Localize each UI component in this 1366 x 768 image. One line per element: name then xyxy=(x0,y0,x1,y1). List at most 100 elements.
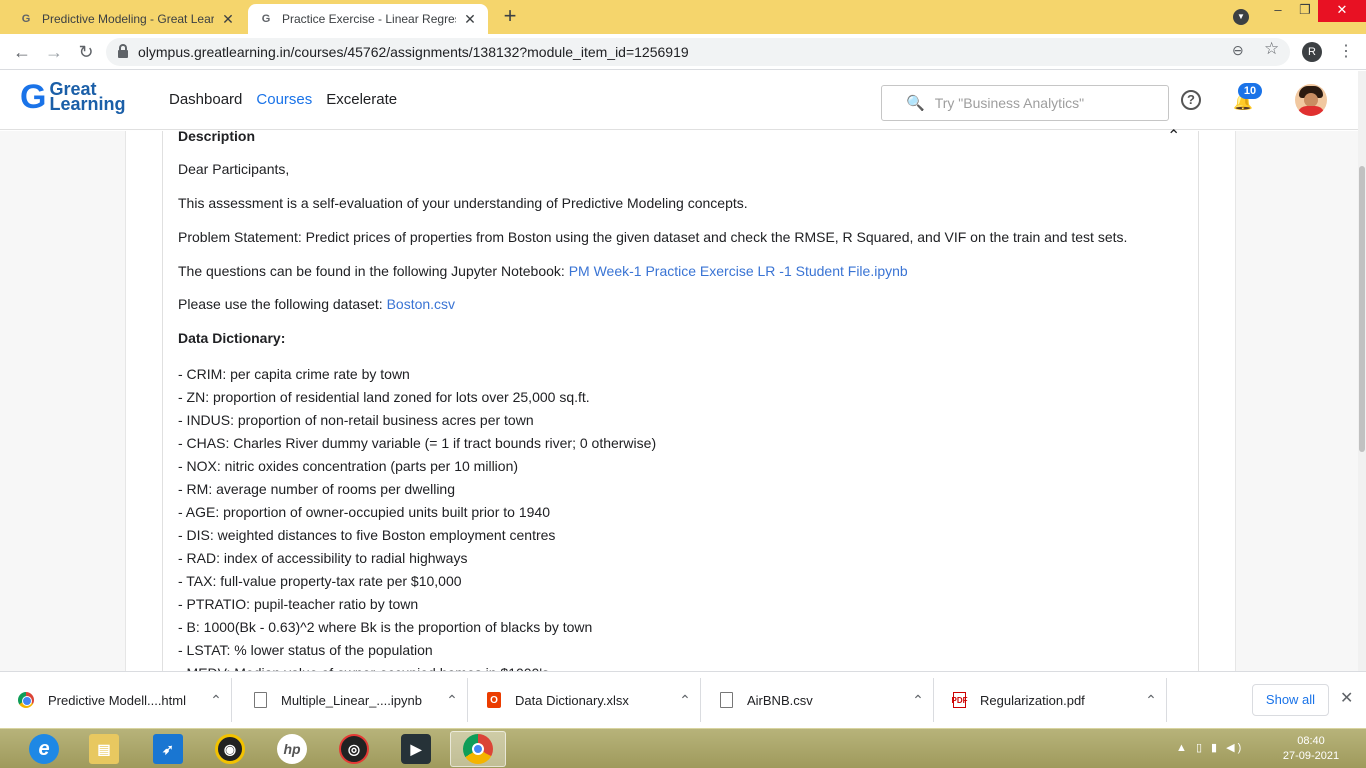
address-bar[interactable]: olympus.greatlearning.in/courses/45762/a… xyxy=(106,38,1290,66)
list-item: - AGE: proportion of owner-occupied unit… xyxy=(178,504,550,520)
folder-icon: ▤ xyxy=(89,734,119,764)
taskbar-app[interactable]: ➶ xyxy=(140,731,196,767)
nav-courses[interactable]: Courses xyxy=(256,91,312,108)
dataset-paragraph: Please use the following dataset: Boston… xyxy=(178,296,455,312)
site-search-box: 🔍 xyxy=(881,85,1169,121)
notebook-link[interactable]: PM Week-1 Practice Exercise LR -1 Studen… xyxy=(569,263,908,279)
list-item: - INDUS: proportion of non-retail busine… xyxy=(178,412,534,428)
avatar-shirt xyxy=(1297,106,1325,116)
taskbar-media-player[interactable]: ◉ xyxy=(202,731,258,767)
notebook-prefix: The questions can be found in the follow… xyxy=(178,263,569,279)
user-avatar[interactable] xyxy=(1295,84,1327,116)
notification-count-badge: 10 xyxy=(1238,83,1262,99)
list-item: - B: 1000(Bk - 0.63)^2 where Bk is the p… xyxy=(178,619,593,635)
problem-statement: Problem Statement: Predict prices of pro… xyxy=(178,229,1128,245)
downloads-bar: Predictive Modell....html ⌃ Multiple_Lin… xyxy=(0,671,1366,728)
system-tray-icons[interactable]: ▲ ▯ ▮ ◀) xyxy=(1176,741,1244,754)
chevron-up-icon[interactable]: ⌃ xyxy=(1167,126,1180,146)
close-tab-icon[interactable]: ✕ xyxy=(462,11,478,28)
taskbar-hp[interactable]: hp xyxy=(264,731,320,767)
list-item: - RAD: index of accessibility to radial … xyxy=(178,550,468,566)
url-text: olympus.greatlearning.in/courses/45762/a… xyxy=(138,44,689,60)
search-icon: 🔍 xyxy=(906,95,925,112)
taskbar-chrome[interactable] xyxy=(450,731,506,767)
download-name: Multiple_Linear_....ipynb xyxy=(281,692,422,708)
show-all-downloads-button[interactable]: Show all xyxy=(1252,684,1329,716)
page-background: Description ⌃ Dear Participants, This as… xyxy=(0,128,1366,681)
new-tab-button[interactable]: + xyxy=(496,5,524,29)
nav-dashboard[interactable]: Dashboard xyxy=(169,91,242,108)
great-learning-favicon-icon: G xyxy=(21,13,31,25)
close-tab-icon[interactable]: ✕ xyxy=(220,11,236,28)
close-icon[interactable]: ✕ xyxy=(1340,688,1353,708)
scrollbar-thumb[interactable] xyxy=(1359,166,1365,452)
dataset-prefix: Please use the following dataset: xyxy=(178,296,387,312)
reload-icon[interactable]: ↻ xyxy=(74,40,98,64)
list-item: - TAX: full-value property-tax rate per … xyxy=(178,573,462,589)
data-dictionary-heading: Data Dictionary: xyxy=(178,330,286,346)
description-section: Description ⌃ Dear Participants, This as… xyxy=(162,128,1199,681)
list-item: - PTRATIO: pupil-teacher ratio by town xyxy=(178,596,419,612)
great-learning-logo[interactable]: G Great Learning xyxy=(20,78,125,116)
download-item[interactable]: Predictive Modell....html ⌃ xyxy=(0,678,232,722)
data-dictionary-list: - CRIM: per capita crime rate by town - … xyxy=(178,363,656,685)
browser-menu-icon[interactable]: ⋮ xyxy=(1338,41,1354,61)
tab-title: Predictive Modeling - Great Lear xyxy=(42,12,214,26)
download-item[interactable]: Multiple_Linear_....ipynb ⌃ xyxy=(236,678,468,722)
chrome-file-icon xyxy=(18,692,34,708)
system-clock[interactable]: 08:40 27-09-2021 xyxy=(1276,734,1346,764)
taskbar-file-explorer[interactable]: ▤ xyxy=(76,731,132,767)
clock-date: 27-09-2021 xyxy=(1282,750,1340,762)
chevron-up-icon[interactable]: ⌃ xyxy=(437,692,467,709)
tab-title: Practice Exercise - Linear Regress xyxy=(282,12,456,26)
greeting-text: Dear Participants, xyxy=(178,161,290,177)
chrome-icon xyxy=(463,734,493,764)
list-item: - ZN: proportion of residential land zon… xyxy=(178,389,590,405)
chevron-up-icon[interactable]: ⌃ xyxy=(903,692,933,709)
chevron-up-icon[interactable]: ⌃ xyxy=(670,692,700,709)
download-name: AirBNB.csv xyxy=(747,692,813,708)
taskbar-internet-explorer[interactable]: e xyxy=(16,731,72,767)
help-icon[interactable]: ? xyxy=(1181,90,1201,110)
taskbar-camera[interactable]: ▶ xyxy=(388,731,444,767)
tab-search-icon[interactable]: ▼ xyxy=(1233,9,1249,25)
chevron-up-icon[interactable]: ⌃ xyxy=(1136,692,1166,709)
notebook-paragraph: The questions can be found in the follow… xyxy=(178,263,908,279)
chrome-center xyxy=(472,743,484,755)
disc-app-icon: ◎ xyxy=(339,734,369,764)
browser-toolbar: ← → ↻ olympus.greatlearning.in/courses/4… xyxy=(0,34,1366,70)
bookmark-star-icon[interactable]: ☆ xyxy=(1264,39,1279,59)
camera-app-icon: ▶ xyxy=(401,734,431,764)
office-file-icon: O xyxy=(487,692,501,708)
avatar-face xyxy=(1304,93,1318,107)
download-item[interactable]: AirBNB.csv ⌃ xyxy=(702,678,934,722)
minimize-icon[interactable]: – xyxy=(1263,0,1293,22)
nav-excelerate[interactable]: Excelerate xyxy=(326,91,397,108)
hp-logo-icon: hp xyxy=(277,734,307,764)
pdf-file-icon: PDF xyxy=(952,692,968,708)
zoom-icon[interactable]: ⊖ xyxy=(1232,42,1244,59)
search-input[interactable] xyxy=(934,95,1155,111)
window-close-icon[interactable]: ✕ xyxy=(1318,0,1366,22)
browser-profile-avatar[interactable]: R xyxy=(1302,42,1322,62)
dataset-link[interactable]: Boston.csv xyxy=(387,296,455,312)
tab-practice-exercise[interactable]: G Practice Exercise - Linear Regress ✕ xyxy=(248,4,488,34)
logo-wordmark: Great Learning xyxy=(49,80,125,113)
browser-tab-strip: G Predictive Modeling - Great Lear ✕ G P… xyxy=(0,0,1366,34)
chevron-up-icon[interactable]: ⌃ xyxy=(201,692,231,709)
clock-time: 08:40 xyxy=(1297,735,1325,747)
download-item[interactable]: PDF Regularization.pdf ⌃ xyxy=(935,678,1167,722)
maximize-icon[interactable]: ❐ xyxy=(1290,0,1320,22)
file-icon xyxy=(720,692,733,708)
list-item: - LSTAT: % lower status of the populatio… xyxy=(178,642,433,658)
list-item: - RM: average number of rooms per dwelli… xyxy=(178,481,456,497)
logo-g-mark: G xyxy=(20,78,47,116)
back-arrow-icon[interactable]: ← xyxy=(10,40,34,64)
description-heading: Description xyxy=(178,128,256,144)
download-name: Data Dictionary.xlsx xyxy=(515,692,629,708)
tab-predictive-modeling[interactable]: G Predictive Modeling - Great Lear ✕ xyxy=(8,4,246,34)
lock-icon xyxy=(118,44,128,58)
forward-arrow-icon[interactable]: → xyxy=(42,40,66,64)
taskbar-app-2[interactable]: ◎ xyxy=(326,731,382,767)
download-item[interactable]: O Data Dictionary.xlsx ⌃ xyxy=(469,678,701,722)
